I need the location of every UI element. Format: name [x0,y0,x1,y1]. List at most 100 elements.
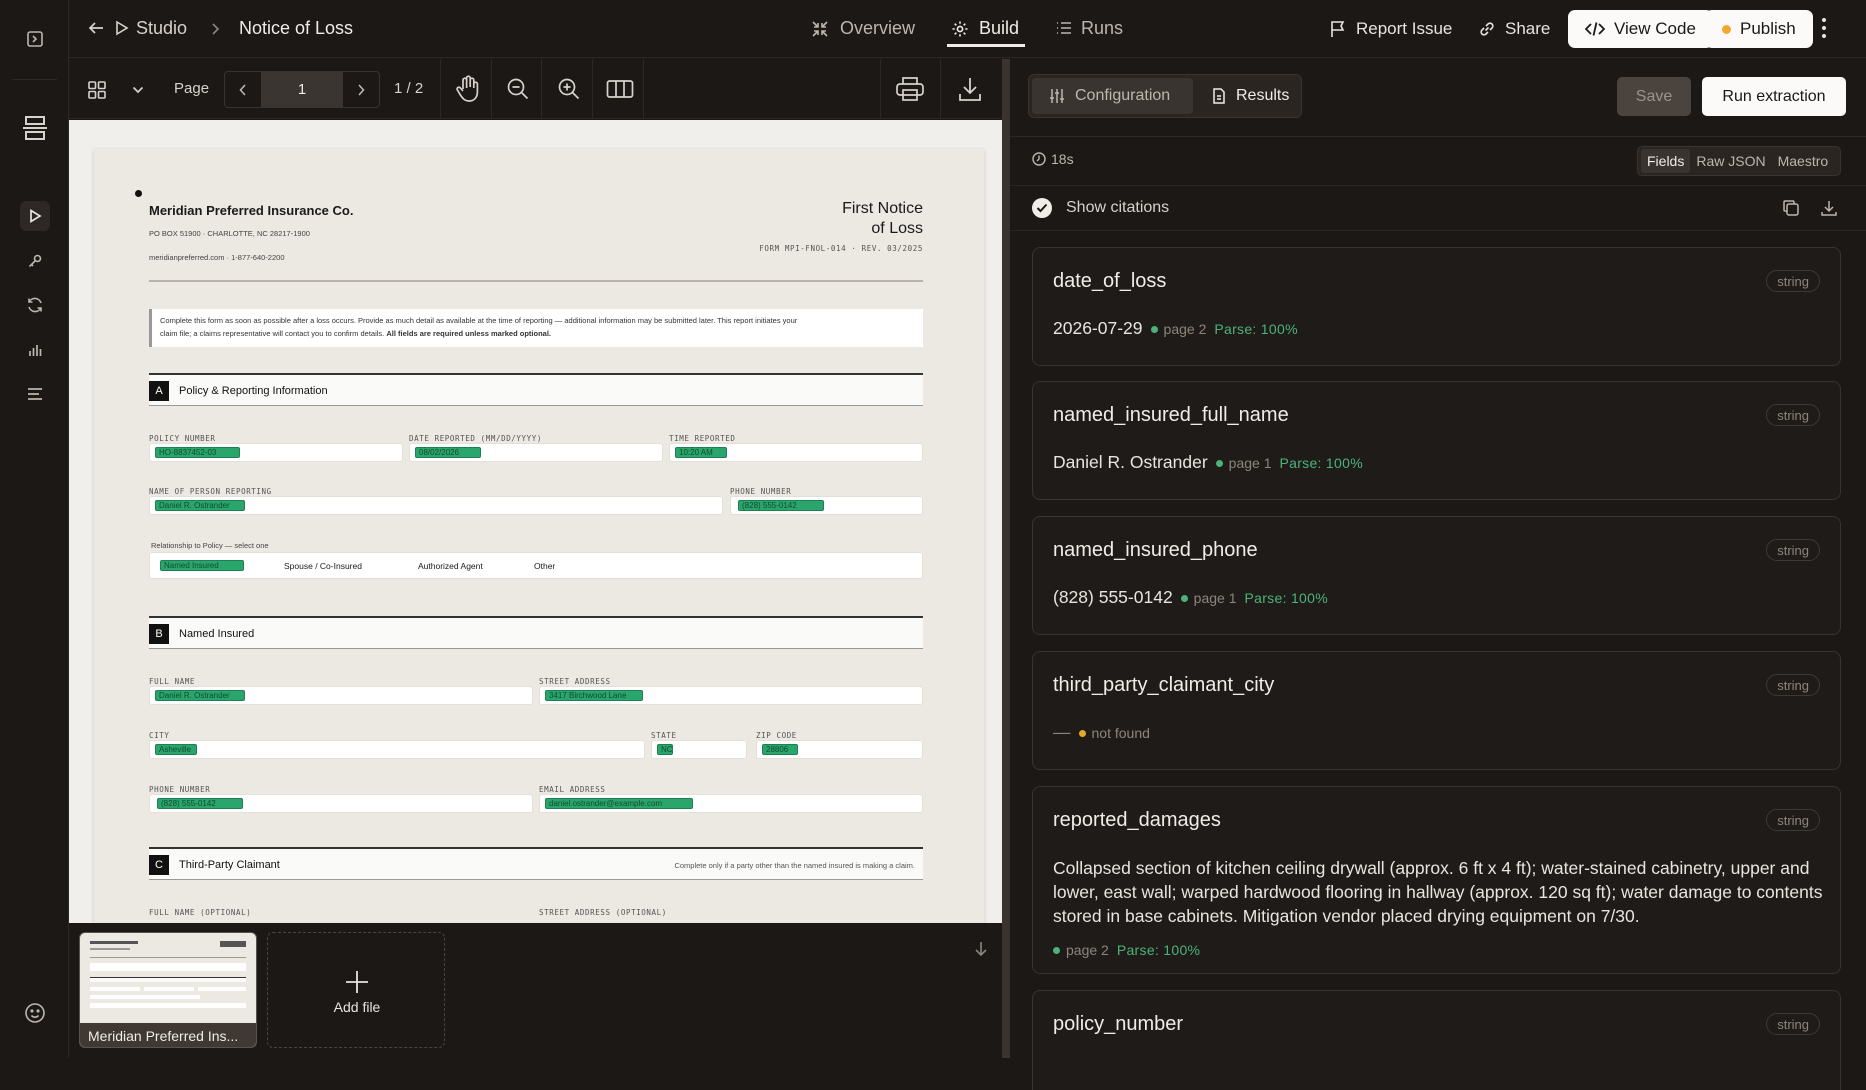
field-card-policy-number[interactable]: policy_number string [1032,990,1841,1090]
field-card-date-of-loss[interactable]: date_of_loss string 2026-07-29 page 2 Pars… [1032,247,1841,366]
field-card-third-party-claimant-city[interactable]: third_party_claimant_city string — not fo… [1032,651,1841,770]
share-button[interactable]: Share [1461,10,1567,48]
field-card-named-insured-phone[interactable]: named_insured_phone string (828) 555-014… [1032,516,1841,635]
company-address: PO BOX 51900 · CHARLOTTE, NC 28217-1900 [149,229,310,238]
report-issue-button[interactable]: Report Issue [1312,10,1469,48]
time-reported-field[interactable]: 10:20 AM [669,443,923,462]
page-number-input[interactable]: 1 [262,72,342,107]
tab-runs[interactable]: Runs [1081,18,1123,39]
view-code-button[interactable]: View Code [1568,10,1713,48]
header-rule [149,280,923,282]
field-card-reported-damages[interactable]: reported_damages string Collapsed sectio… [1032,786,1841,974]
file-thumbnail-name: Meridian Preferred Ins... [80,1023,256,1047]
back-arrow-icon[interactable] [87,19,105,37]
person-reporting-field[interactable]: Daniel R. Ostrander [149,496,723,515]
full-name-field[interactable]: Daniel R. Ostrander [149,686,533,705]
chart-icon[interactable] [20,335,50,365]
view-fields-button[interactable]: Fields [1641,149,1691,173]
street-highlight: 3417 Birchwood Lane [545,690,643,701]
extract-icon[interactable] [17,110,53,146]
top-bar: Studio Notice of Loss Overview Build Run… [69,0,1866,58]
add-file-button[interactable]: Add file [267,932,445,1048]
zoom-out-icon[interactable] [506,77,530,101]
download-icon[interactable] [958,76,982,102]
street-label: STREET ADDRESS [539,677,611,686]
columns-icon[interactable] [606,79,634,99]
toggle-sidebar-icon[interactable] [20,24,50,54]
relationship-options: Named Insured Spouse / Co-Insured Author… [149,552,923,579]
prev-page-button[interactable] [225,72,262,107]
plus-icon [344,969,370,995]
file-thumbnail[interactable]: Meridian Preferred Ins... [79,932,257,1048]
zoom-in-icon[interactable] [557,77,581,101]
field-value: — [1053,722,1071,742]
rel-option-other[interactable]: Other [534,561,555,571]
citation-page[interactable]: page 1 [1229,455,1272,471]
list-icon[interactable] [20,379,50,409]
publish-button[interactable]: Publish [1705,10,1813,48]
field-meta-row: page 2 Parse: 100% [1053,942,1200,958]
gear-icon [951,20,969,38]
panel-resize-handle[interactable] [1002,59,1010,1058]
tab-overview[interactable]: Overview [840,18,915,39]
rel-option-spouse[interactable]: Spouse / Co-Insured [284,561,362,571]
ni-phone-field[interactable]: (828) 555-0142 [149,794,533,813]
view-switcher: Fields Raw JSON Maestro [1637,146,1841,176]
instructions-line2: claim file; a claims representative will… [160,329,385,338]
citation-page[interactable]: page 1 [1194,590,1237,606]
section-b-title: Named Insured [179,628,255,640]
field-card-named-insured-full-name[interactable]: named_insured_full_name string Daniel R.… [1032,381,1841,500]
policy-number-highlight: HO-8837452-03 [155,447,240,458]
tab-results[interactable]: Results [1196,78,1299,114]
field-name: named_insured_phone [1053,539,1258,561]
smiley-icon[interactable] [20,998,50,1028]
found-dot [1053,946,1060,954]
policy-number-field[interactable]: HO-8837452-03 [149,443,403,462]
more-vertical-icon[interactable] [1821,17,1827,39]
rel-option-named-insured[interactable]: Named Insured [160,560,244,571]
section-a-header: A Policy & Reporting Information [149,373,923,406]
tab-build[interactable]: Build [979,18,1019,39]
zip-field[interactable]: 28806 [756,740,923,759]
elapsed-time-value: 18s [1051,151,1074,167]
citation-page[interactable]: page 2 [1164,321,1207,337]
key-icon[interactable] [20,246,50,276]
date-reported-label: DATE REPORTED (MM/DD/YYYY) [409,434,542,443]
field-type-badge: string [1766,270,1820,292]
report-issue-label: Report Issue [1356,19,1453,38]
view-maestro-button[interactable]: Maestro [1772,153,1835,169]
street-field[interactable]: 3417 Birchwood Lane [539,686,923,705]
copy-icon[interactable] [1782,199,1800,217]
chevron-down-icon[interactable] [132,86,144,94]
tp-street-label: STREET ADDRESS (OPTIONAL) [539,908,667,917]
field-value-row: Daniel R. Ostrander page 1 Parse: 100% [1053,452,1363,473]
save-button[interactable]: Save [1617,77,1691,116]
state-field[interactable]: NC [651,740,747,759]
show-citations-label: Show citations [1066,199,1170,216]
document-canvas[interactable]: Meridian Preferred Insurance Co. PO BOX … [69,120,1002,923]
document-viewer: Page 1 1 / 2 Meridian Preferred Insuranc… [69,59,1002,1058]
download-results-icon[interactable] [1820,199,1838,217]
full-name-label: FULL NAME [149,677,196,686]
grid-view-icon[interactable] [87,80,107,100]
email-field[interactable]: daniel.ostrander@example.com [539,794,923,813]
citation-page[interactable]: page 2 [1066,942,1109,958]
field-name: reported_damages [1053,809,1221,831]
hand-tool-icon[interactable] [455,75,481,103]
scroll-down-icon[interactable] [974,941,988,957]
show-citations-toggle[interactable]: Show citations [1032,198,1169,218]
next-page-button[interactable] [342,72,379,107]
date-reported-field[interactable]: 08/02/2026 [409,443,663,462]
instructions-text: Complete this form as soon as possible a… [160,316,798,325]
tab-configuration[interactable]: Configuration [1032,78,1193,114]
rel-option-agent[interactable]: Authorized Agent [418,561,483,571]
print-icon[interactable] [895,76,925,102]
play-icon[interactable] [20,201,50,231]
city-field[interactable]: Asheville [149,740,645,759]
view-raw-json-button[interactable]: Raw JSON [1690,153,1771,169]
not-found-label: not found [1091,725,1150,742]
refresh-icon[interactable] [20,290,50,320]
phone-field[interactable]: (828) 555-0142 [730,496,923,515]
breadcrumb-studio[interactable]: Studio [136,18,187,39]
run-extraction-button[interactable]: Run extraction [1702,77,1846,116]
